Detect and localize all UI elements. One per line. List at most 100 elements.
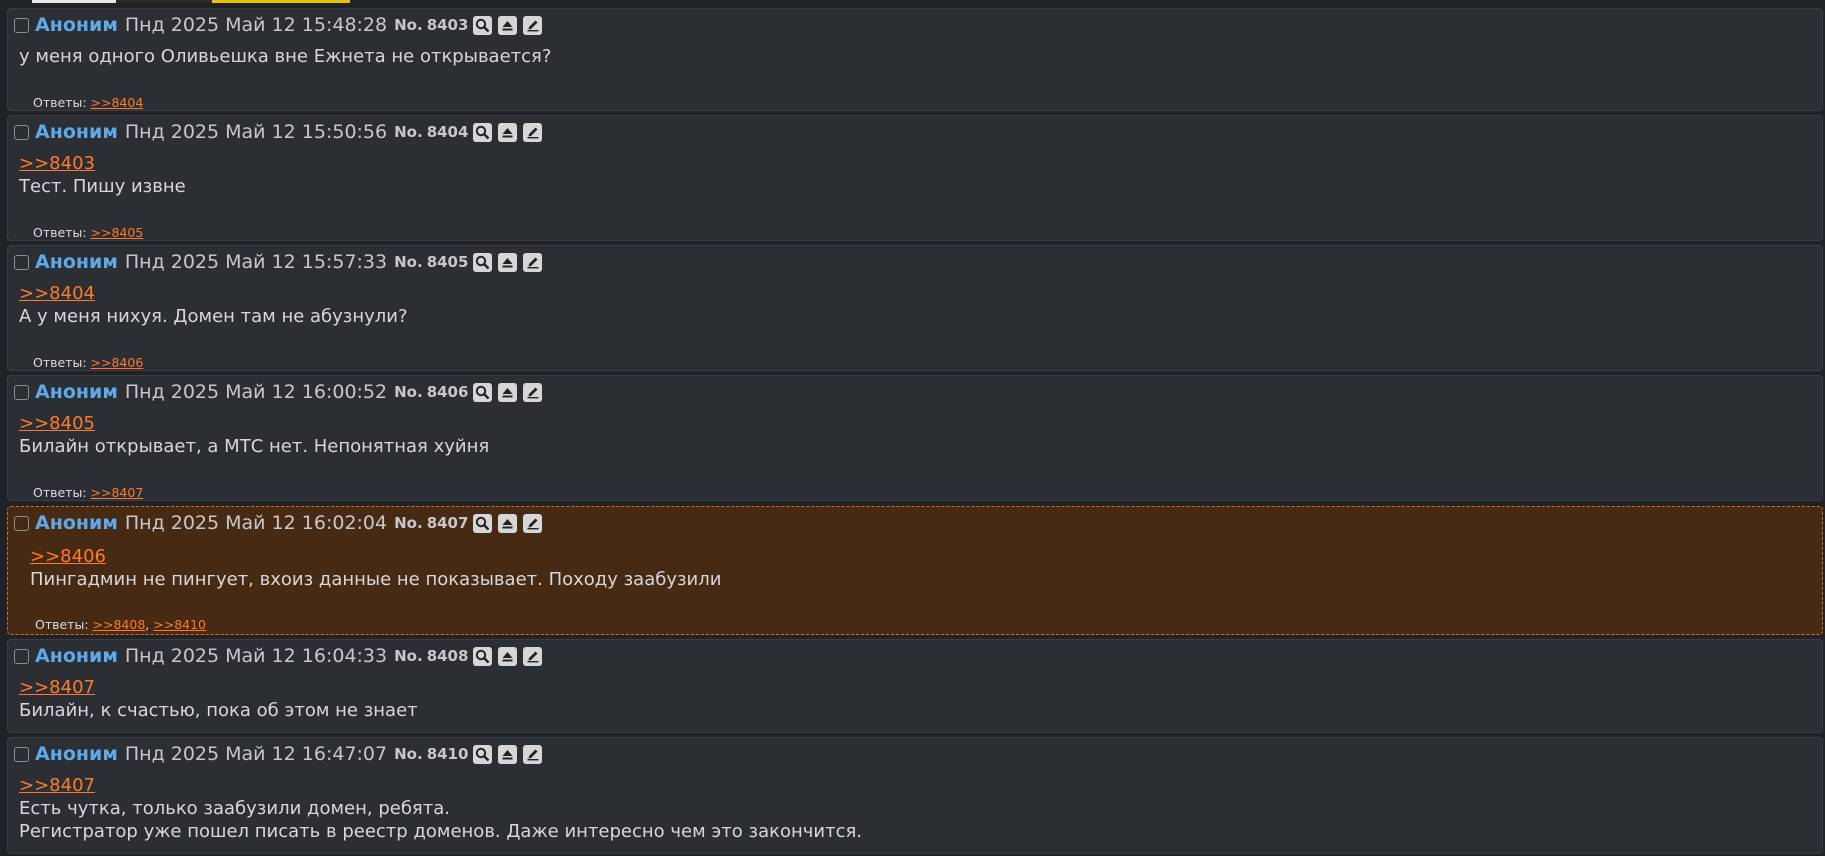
magnifier-icon[interactable]: [473, 513, 493, 533]
magnifier-icon[interactable]: [473, 646, 493, 666]
eject-icon[interactable]: [498, 382, 518, 402]
post-replies: Ответы: >>8408, >>8410: [35, 617, 207, 632]
replies-label: Ответы:: [35, 617, 89, 632]
post-text-line: Билайн открывает, а МТС нет. Непонятная …: [19, 436, 490, 457]
replies-label: Ответы:: [33, 225, 87, 240]
pencil-icon[interactable]: [523, 646, 543, 666]
pencil-icon[interactable]: [523, 744, 543, 764]
eject-icon[interactable]: [498, 744, 518, 764]
post-text-line: у меня одного Оливьешка вне Ежнета не от…: [19, 46, 552, 67]
post-body: >>8407 Билайн, к счастью, пока об этом н…: [19, 676, 418, 722]
reply-link[interactable]: >>8408: [93, 617, 146, 632]
post-body: >>8405 Билайн открывает, а МТС нет. Непо…: [19, 412, 489, 458]
post: Аноним Пнд 2025 Май 12 16:47:07 No. 8410…: [7, 737, 1823, 854]
quote-link[interactable]: >>8404: [19, 282, 408, 305]
post-header: Аноним Пнд 2025 Май 12 16:47:07 No. 8410: [14, 743, 548, 765]
post-text-line: А у меня нихуя. Домен там не абузнули?: [19, 306, 408, 327]
post-date: Пнд 2025 Май 12 16:47:07: [124, 743, 388, 765]
post-select-checkbox[interactable]: [14, 384, 29, 400]
magnifier-icon[interactable]: [473, 252, 493, 272]
post-number[interactable]: 8404: [427, 123, 469, 141]
post-number-label: No.: [394, 745, 423, 763]
magnifier-icon[interactable]: [473, 744, 493, 764]
post-number[interactable]: 8406: [427, 383, 469, 401]
eject-icon[interactable]: [498, 513, 518, 533]
post-header: Аноним Пнд 2025 Май 12 16:00:52 No. 8406: [14, 381, 548, 403]
post-author: Аноним: [35, 121, 118, 143]
quote-link[interactable]: >>8405: [19, 412, 489, 435]
magnifier-icon[interactable]: [473, 15, 493, 35]
reply-link[interactable]: >>8406: [91, 355, 144, 370]
post-author: Аноним: [35, 645, 118, 667]
reply-link[interactable]: >>8404: [91, 95, 144, 110]
quote-link[interactable]: >>8403: [19, 152, 186, 175]
post: Аноним Пнд 2025 Май 12 15:57:33 No. 8405…: [7, 245, 1823, 371]
quote-link[interactable]: >>8406: [30, 545, 721, 568]
top-strip-segment: [212, 0, 350, 3]
post-number[interactable]: 8408: [427, 647, 469, 665]
pencil-icon[interactable]: [523, 122, 543, 142]
eject-icon[interactable]: [498, 122, 518, 142]
post-text-line: Регистратор уже пошел писать в реестр до…: [19, 821, 863, 842]
post-number-label: No.: [394, 514, 423, 532]
reply-link[interactable]: >>8407: [91, 485, 144, 500]
post-text-line: Тест. Пишу извне: [19, 176, 186, 197]
post-replies: Ответы: >>8407: [33, 485, 143, 500]
magnifier-icon[interactable]: [473, 122, 493, 142]
post-number-label: No.: [394, 253, 423, 271]
post-text-line: Пингадмин не пингует, вхоиз данные не по…: [30, 569, 722, 590]
post-header: Аноним Пнд 2025 Май 12 15:57:33 No. 8405: [14, 251, 548, 273]
post-date: Пнд 2025 Май 12 15:50:56: [124, 121, 388, 143]
post-select-checkbox[interactable]: [14, 17, 29, 33]
post-header: Аноним Пнд 2025 Май 12 15:48:28 No. 8403: [14, 14, 548, 36]
eject-icon[interactable]: [498, 646, 518, 666]
top-strip: [0, 0, 1825, 6]
post-body: >>8406 Пингадмин не пингует, вхоиз данны…: [30, 545, 721, 591]
post: Аноним Пнд 2025 Май 12 16:04:33 No. 8408…: [7, 639, 1823, 733]
post-replies: Ответы: >>8404: [33, 95, 143, 110]
post-select-checkbox[interactable]: [14, 254, 29, 270]
post-replies: Ответы: >>8405: [33, 225, 143, 240]
post-number-label: No.: [394, 647, 423, 665]
quote-link[interactable]: >>8407: [19, 676, 418, 699]
post: Аноним Пнд 2025 Май 12 15:48:28 No. 8403…: [7, 8, 1823, 111]
post-highlighted: Аноним Пнд 2025 Май 12 16:02:04 No. 8407…: [7, 506, 1823, 635]
post-select-checkbox[interactable]: [14, 648, 29, 664]
top-strip-segment: [32, 0, 116, 3]
replies-label: Ответы:: [33, 355, 87, 370]
eject-icon[interactable]: [498, 252, 518, 272]
post-select-checkbox[interactable]: [14, 515, 29, 531]
post-body: >>8407 Есть чутка, только заабузили доме…: [19, 774, 862, 843]
post-number-label: No.: [394, 16, 423, 34]
post-select-checkbox[interactable]: [14, 746, 29, 762]
pencil-icon[interactable]: [523, 513, 543, 533]
magnifier-icon[interactable]: [473, 382, 493, 402]
pencil-icon[interactable]: [523, 382, 543, 402]
quote-link[interactable]: >>8407: [19, 774, 862, 797]
post-number[interactable]: 8407: [427, 514, 469, 532]
post-date: Пнд 2025 Май 12 16:00:52: [124, 381, 388, 403]
post-header: Аноним Пнд 2025 Май 12 16:04:33 No. 8408: [14, 645, 548, 667]
post-author: Аноним: [35, 743, 118, 765]
pencil-icon[interactable]: [523, 15, 543, 35]
reply-link[interactable]: >>8410: [153, 617, 206, 632]
post-author: Аноним: [35, 14, 118, 36]
pencil-icon[interactable]: [523, 252, 543, 272]
post-author: Аноним: [35, 512, 118, 534]
post-number[interactable]: 8410: [427, 745, 469, 763]
replies-label: Ответы:: [33, 95, 87, 110]
post: Аноним Пнд 2025 Май 12 15:50:56 No. 8404…: [7, 115, 1823, 241]
post-body: >>8404 А у меня нихуя. Домен там не абуз…: [19, 282, 408, 328]
post-number[interactable]: 8403: [427, 16, 469, 34]
post: Аноним Пнд 2025 Май 12 16:00:52 No. 8406…: [7, 375, 1823, 501]
post-select-checkbox[interactable]: [14, 124, 29, 140]
replies-label: Ответы:: [33, 485, 87, 500]
reply-link[interactable]: >>8405: [91, 225, 144, 240]
post-number-label: No.: [394, 383, 423, 401]
post-number[interactable]: 8405: [427, 253, 469, 271]
eject-icon[interactable]: [498, 15, 518, 35]
post-date: Пнд 2025 Май 12 16:02:04: [124, 512, 388, 534]
post-body: >>8403 Тест. Пишу извне: [19, 152, 186, 198]
top-strip-segment: [116, 0, 212, 3]
post-date: Пнд 2025 Май 12 15:57:33: [124, 251, 388, 273]
